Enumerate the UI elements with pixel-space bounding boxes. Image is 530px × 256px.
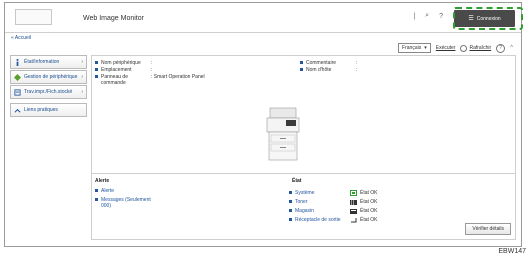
state-row-toner[interactable]: Toner État OK: [289, 197, 489, 206]
sidebar-item-label: Trav.impr./Fich.stocké: [24, 89, 73, 95]
chevron-right-icon: ›: [81, 89, 83, 95]
chevron-right-icon: ›: [81, 74, 83, 80]
state-section: État Système État OK Toner État OK Magas…: [289, 178, 489, 224]
comment-value: :: [356, 60, 358, 66]
bullet: [300, 61, 303, 64]
alert-item-label: Alerte: [101, 188, 115, 194]
browser-frame: Web Image Monitor | ⌕ ? ☰ Connexion « Ac…: [4, 2, 523, 247]
control-panel-field: Panneau de commande : Smart Operation Pa…: [95, 74, 205, 86]
messages-item[interactable]: Messages (Seulement 000): [95, 197, 292, 209]
toner-icon: [350, 199, 357, 205]
collapse-icon[interactable]: ^: [510, 45, 513, 51]
refresh-icon: [460, 44, 468, 52]
print-job-icon: [14, 88, 21, 96]
header: Web Image Monitor | ⌕ ? ☰ Connexion: [5, 3, 523, 33]
bullet: [95, 75, 98, 78]
sidebar: État/Information › Gestion de périphériq…: [10, 55, 87, 118]
output-tray-icon: [351, 217, 357, 222]
sidebar-item-label: État/Information: [24, 59, 60, 65]
main-panel: Nom périphérique : Emplacement : Panneau…: [91, 55, 516, 240]
help-icon[interactable]: ?: [439, 13, 443, 20]
execute-button[interactable]: Exécuter: [436, 45, 456, 51]
language-value: Français: [402, 45, 422, 51]
device-management-icon: [14, 73, 21, 81]
refresh-button[interactable]: Rafraîchir: [460, 44, 492, 52]
bullet: [95, 61, 98, 64]
login-highlight-box: [453, 7, 523, 30]
system-icon: [350, 189, 357, 196]
control-panel-value: : Smart Operation Panel: [151, 74, 205, 80]
tray-icon: [350, 208, 357, 214]
sidebar-item-label: Gestion de périphérique: [24, 74, 78, 80]
sidebar-item-label: Liens pratiques: [24, 107, 58, 113]
state-name: Toner: [295, 198, 308, 205]
alert-title: Alerte: [95, 178, 110, 184]
location-field: Emplacement :: [95, 67, 152, 73]
state-title: État: [292, 178, 302, 184]
host-name-field: Nom d'hôte :: [300, 67, 357, 73]
comment-field: Commentaire :: [300, 60, 357, 66]
chevron-right-icon: ›: [81, 59, 83, 65]
bullet: [289, 200, 292, 203]
bullet: [95, 68, 98, 71]
state-value: État OK: [360, 216, 378, 223]
host-name-value: :: [356, 67, 358, 73]
device-name-label: Nom périphérique: [101, 60, 141, 66]
search-icon[interactable]: ⌕: [425, 12, 429, 20]
device-info-section: Nom périphérique : Emplacement : Panneau…: [92, 56, 515, 174]
location-label: Emplacement: [101, 67, 132, 73]
printer-image: [266, 107, 300, 161]
state-value: État OK: [360, 198, 378, 205]
state-row-system[interactable]: Système État OK: [289, 188, 489, 197]
info-icon: [16, 58, 19, 66]
check-details-button[interactable]: Vérifier détails: [465, 223, 511, 235]
app-title: Web Image Monitor: [83, 15, 144, 22]
bullet: [289, 191, 292, 194]
separator: |: [413, 12, 416, 20]
brand-logo: [15, 9, 52, 25]
bullet: [95, 189, 98, 192]
alert-section: Alerte Alerte Messages (Seulement 000): [92, 178, 292, 212]
bullet: [95, 198, 98, 201]
chevron-down-icon: ▾: [424, 45, 427, 51]
sidebar-item-device-management[interactable]: Gestion de périphérique ›: [10, 70, 87, 84]
help-button[interactable]: ?: [496, 43, 506, 53]
toolbar: Français ▾ Exécuter Rafraîchir ? ^: [398, 43, 513, 53]
bullet: [289, 209, 292, 212]
refresh-label: Rafraîchir: [469, 45, 492, 51]
sidebar-item-links[interactable]: Liens pratiques: [10, 103, 87, 117]
breadcrumb-home[interactable]: « Accueil: [11, 35, 31, 41]
state-name: Magasin: [295, 207, 314, 214]
comment-label: Commentaire: [306, 60, 337, 66]
figure-code: EBW147: [498, 248, 526, 255]
state-value: État OK: [360, 207, 378, 214]
top-right-tools: | ⌕ ?: [413, 12, 443, 20]
control-panel-label: Panneau de commande: [101, 74, 128, 86]
state-name: Système: [295, 189, 315, 196]
state-row-output-tray[interactable]: Réceptacle de sortie État OK: [289, 215, 489, 224]
device-name-field: Nom périphérique :: [95, 60, 152, 66]
host-name-label: Nom d'hôte: [306, 67, 332, 73]
state-name: Réceptacle de sortie: [295, 216, 341, 223]
bullet: [300, 68, 303, 71]
state-value: État OK: [360, 189, 378, 196]
link-icon: [14, 108, 21, 113]
state-row-tray[interactable]: Magasin État OK: [289, 206, 489, 215]
sidebar-item-status[interactable]: État/Information ›: [10, 55, 87, 69]
device-name-value: :: [151, 60, 153, 66]
sidebar-item-print-jobs[interactable]: Trav.impr./Fich.stocké ›: [10, 85, 87, 99]
messages-item-label: Messages (Seulement 000): [101, 197, 151, 209]
language-select[interactable]: Français ▾: [398, 43, 431, 53]
location-value: :: [151, 67, 153, 73]
bullet: [289, 218, 292, 221]
alert-item[interactable]: Alerte: [95, 188, 292, 194]
